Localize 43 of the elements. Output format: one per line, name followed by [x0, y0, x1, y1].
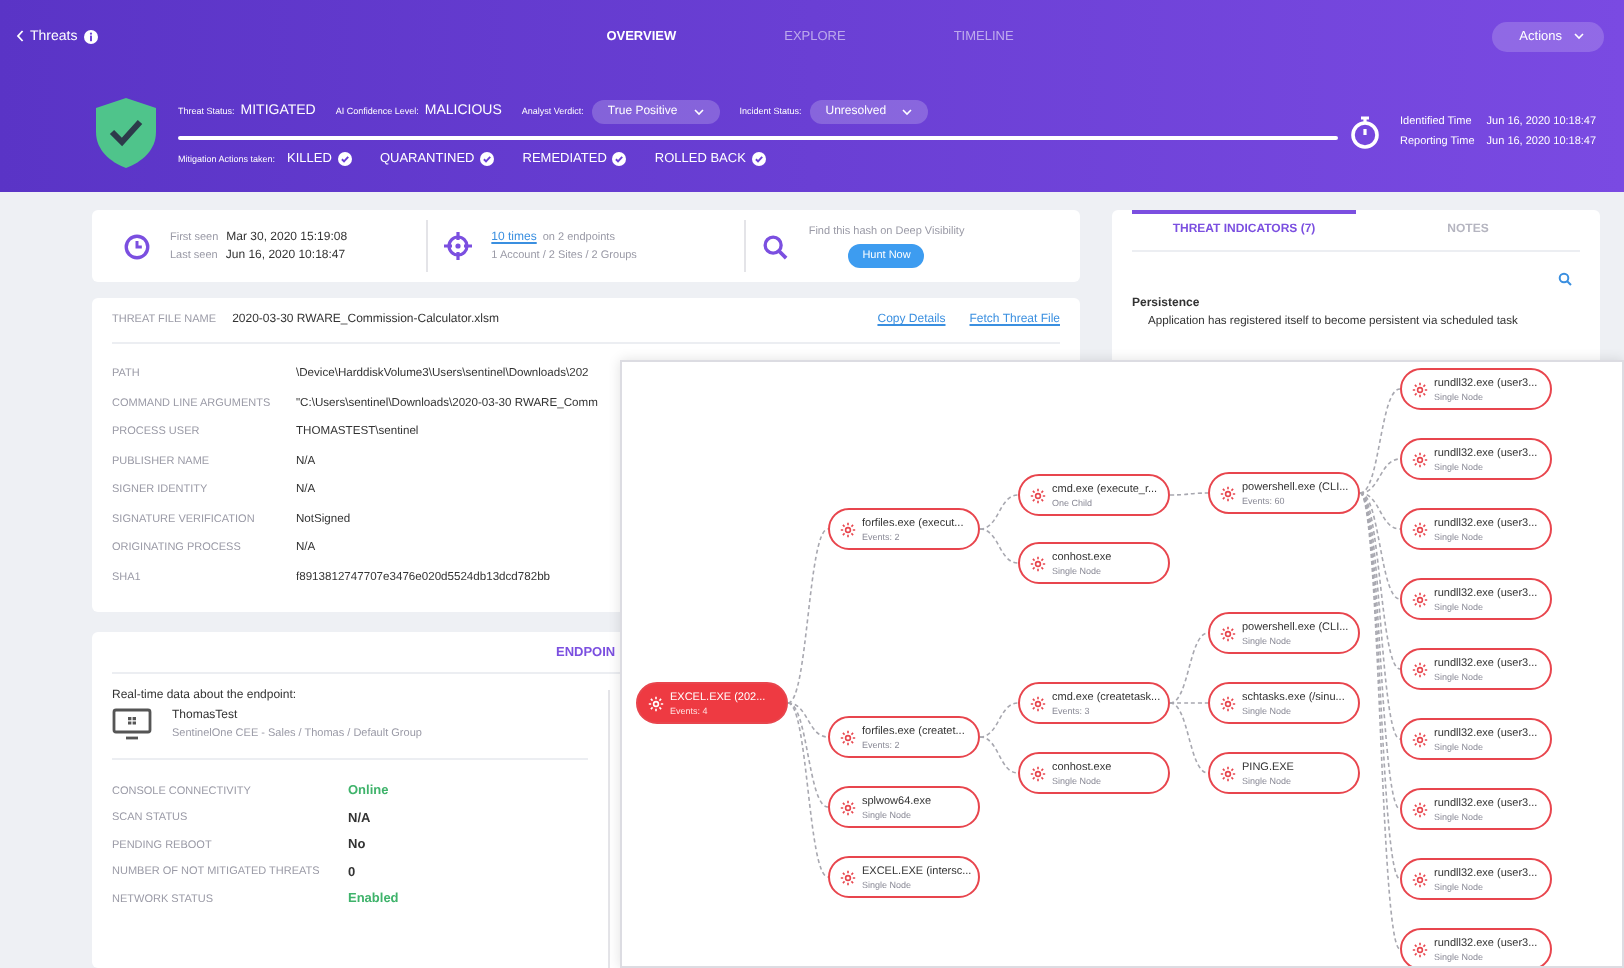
- check-icon: [751, 151, 766, 165]
- search-icon[interactable]: [1558, 272, 1572, 286]
- connector-line: [979, 494, 1019, 530]
- gear-icon: [1412, 381, 1428, 397]
- gear-icon: [1030, 695, 1046, 711]
- gear-icon: [1412, 941, 1428, 957]
- caret-icon: [1574, 32, 1584, 40]
- caret-icon: [902, 107, 913, 115]
- gear-icon: [840, 521, 856, 537]
- gear-icon: [840, 729, 856, 745]
- shield-check-icon: [94, 95, 158, 169]
- search-icon: [762, 233, 789, 259]
- gear-icon: [1220, 695, 1236, 711]
- gear-icon: [1412, 591, 1428, 607]
- gear-icon: [1220, 765, 1236, 781]
- caret-icon: [693, 107, 704, 115]
- stopwatch-icon: [1350, 115, 1380, 149]
- gear-icon: [1412, 661, 1428, 677]
- clock-icon: [124, 233, 150, 259]
- gear-icon: [1412, 731, 1428, 747]
- gear-icon: [1412, 871, 1428, 887]
- connector-line: [979, 736, 1019, 774]
- gear-icon: [1412, 451, 1428, 467]
- connector-line: [1169, 492, 1209, 496]
- gear-icon: [1220, 485, 1236, 501]
- crosshair-icon: [443, 232, 472, 260]
- check-icon: [337, 151, 352, 165]
- info-icon: [83, 29, 98, 43]
- gear-icon: [1030, 765, 1046, 781]
- connector-line: [979, 702, 1019, 738]
- gear-icon: [648, 695, 664, 711]
- gear-icon: [1030, 555, 1046, 571]
- check-icon: [612, 151, 627, 165]
- check-icon: [480, 151, 495, 165]
- gear-icon: [1220, 625, 1236, 641]
- gear-icon: [840, 869, 856, 885]
- gear-icon: [840, 799, 856, 815]
- monitor-icon: [112, 708, 152, 742]
- chevron-left-icon: [16, 30, 24, 42]
- connector-line: [979, 528, 1019, 564]
- gear-icon: [1030, 487, 1046, 503]
- gear-icon: [1412, 801, 1428, 817]
- gear-icon: [1412, 521, 1428, 537]
